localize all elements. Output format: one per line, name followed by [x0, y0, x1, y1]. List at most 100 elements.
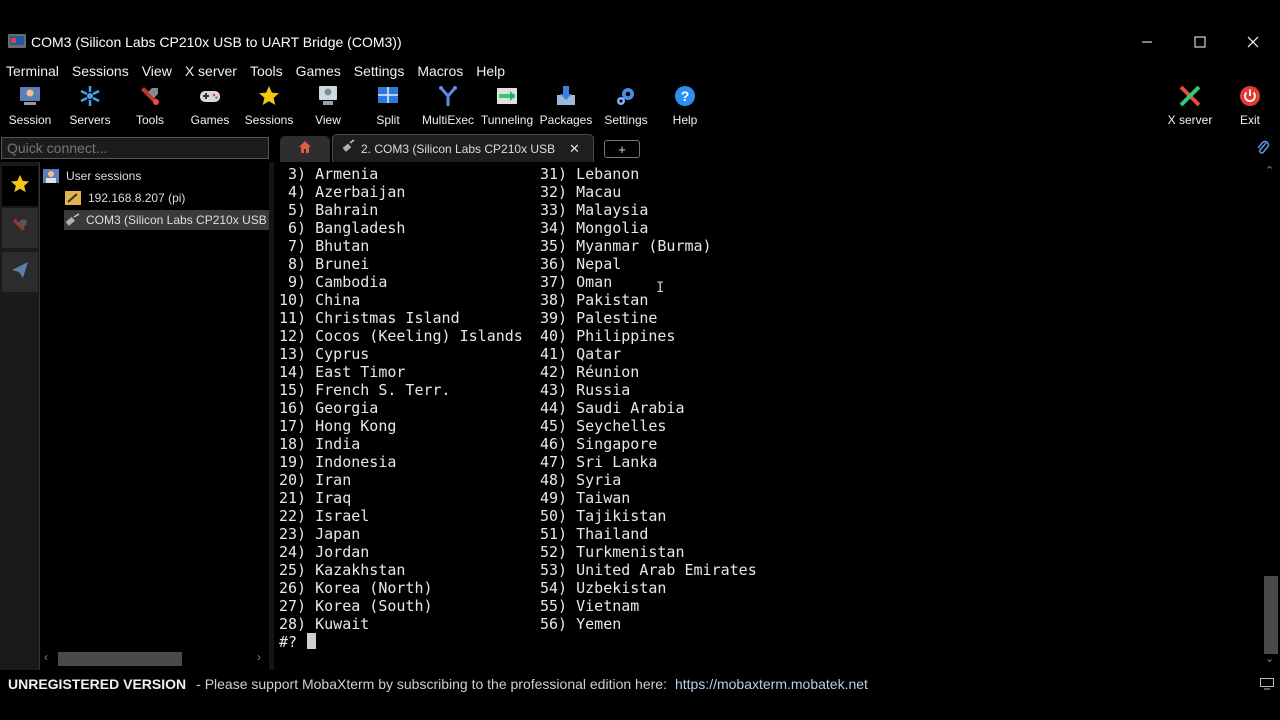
tunneling-button[interactable]: Tunneling	[477, 84, 537, 130]
terminal-line: 22) Israel	[279, 507, 370, 525]
terminal-line: 16) Georgia	[279, 399, 379, 417]
terminal-line: 43) Russia	[540, 381, 631, 399]
terminal-line: 48) Syria	[540, 471, 622, 489]
terminal-line: 45) Seychelles	[540, 417, 667, 435]
terminal-line: 24) Jordan	[279, 543, 370, 561]
terminal-line: 54) Uzbekistan	[540, 579, 667, 597]
terminal-vertical-scrollbar[interactable]: ⌃ ⌄	[1262, 162, 1280, 670]
close-window-button[interactable]	[1230, 26, 1276, 58]
terminal-line: 4) Azerbaijan	[279, 183, 406, 201]
view-icon	[316, 84, 340, 108]
tools-icon	[11, 217, 29, 240]
terminal-line: 38) Pakistan	[540, 291, 649, 309]
packages-button[interactable]: Packages	[536, 84, 596, 130]
toolbar: Session Servers Tools Games Sessions Vie…	[0, 82, 1280, 132]
terminal-line: 49) Taiwan	[540, 489, 631, 507]
terminal-line: 3) Armenia	[279, 165, 379, 183]
menu-macros[interactable]: Macros	[411, 60, 469, 82]
sidebar-sessions-button[interactable]	[2, 166, 38, 206]
menu-tools[interactable]: Tools	[244, 60, 289, 82]
ssh-key-icon	[64, 190, 82, 206]
view-button[interactable]: View	[298, 84, 358, 130]
tools-button[interactable]: Tools	[120, 84, 180, 130]
tools-icon	[138, 84, 162, 108]
paperclip-icon[interactable]	[1256, 139, 1270, 160]
tunneling-icon	[495, 84, 519, 108]
scrollbar-thumb[interactable]	[1264, 576, 1278, 654]
scroll-down-arrow-icon[interactable]: ⌄	[1265, 652, 1274, 665]
x-server-button[interactable]: X server	[1160, 84, 1220, 130]
terminal-line: 26) Korea (North)	[279, 579, 433, 597]
home-tab[interactable]	[280, 136, 330, 162]
terminal-line: 15) French S. Terr.	[279, 381, 451, 399]
scrollbar-thumb[interactable]	[58, 652, 182, 666]
terminal-line: 34) Mongolia	[540, 219, 649, 237]
terminal-prompt-line[interactable]: #?	[279, 633, 317, 651]
terminal-line: 41) Qatar	[540, 345, 622, 363]
terminal-line: 42) Réunion	[540, 363, 640, 381]
menu-view[interactable]: View	[136, 60, 178, 82]
session-button[interactable]: Session	[0, 84, 60, 130]
scroll-up-arrow-icon[interactable]: ⌃	[1265, 164, 1274, 177]
terminal-line: 23) Japan	[279, 525, 361, 543]
terminal-line: 6) Bangladesh	[279, 219, 406, 237]
help-button[interactable]: ? Help	[655, 84, 715, 130]
tab-bar: 2. COM3 (Silicon Labs CP210x USB ✕ +	[278, 134, 1280, 162]
terminal-line: 11) Christmas Island	[279, 309, 460, 327]
settings-button[interactable]: Settings	[596, 84, 656, 130]
sidebar-sftp-button[interactable]	[2, 252, 38, 292]
terminal-line: 20) Iran	[279, 471, 352, 489]
terminal-line: 35) Myanmar (Burma)	[540, 237, 712, 255]
scroll-left-arrow-icon[interactable]: ‹	[44, 650, 48, 664]
terminal-output[interactable]: 3) Armenia 4) Azerbaijan 5) Bahrain 6) B…	[274, 162, 1262, 670]
menu-games[interactable]: Games	[290, 60, 347, 82]
terminal-line: 55) Vietnam	[540, 597, 640, 615]
quick-connect-input[interactable]	[1, 137, 269, 159]
terminal-line: 14) East Timor	[279, 363, 406, 381]
terminal-line: 5) Bahrain	[279, 201, 379, 219]
user-sessions-icon	[42, 168, 60, 184]
tree-horizontal-scrollbar[interactable]: ‹ ›	[40, 648, 269, 668]
terminal-line: 31) Lebanon	[540, 165, 640, 183]
sidebar-tools-button[interactable]	[2, 208, 38, 248]
multiexec-button[interactable]: MultiExec	[418, 84, 478, 130]
new-tab-button[interactable]: +	[604, 140, 640, 158]
scroll-right-arrow-icon[interactable]: ›	[257, 650, 261, 664]
terminal-line: 37) Oman	[540, 273, 613, 291]
menu-x-server[interactable]: X server	[179, 60, 243, 82]
servers-button[interactable]: Servers	[60, 84, 120, 130]
tree-item-label: 192.168.8.207 (pi)	[88, 191, 186, 205]
menu-help[interactable]: Help	[470, 60, 511, 82]
text-cursor	[307, 633, 317, 649]
split-button[interactable]: Split	[358, 84, 418, 130]
menu-bar: Terminal Sessions View X server Tools Ga…	[0, 60, 1280, 82]
terminal-line: 8) Brunei	[279, 255, 370, 273]
session-icon	[18, 84, 42, 108]
tree-item-com3[interactable]: COM3 (Silicon Labs CP210x USB t	[64, 210, 269, 230]
menu-terminal[interactable]: Terminal	[0, 60, 65, 82]
monitor-icon[interactable]	[1260, 677, 1274, 693]
maximize-button[interactable]	[1177, 26, 1223, 58]
terminal-line: 53) United Arab Emirates	[540, 561, 757, 579]
tab-close-button[interactable]: ✕	[569, 141, 580, 157]
mobatek-link[interactable]: https://mobaxterm.mobatek.net	[675, 676, 868, 692]
sessions-button[interactable]: Sessions	[239, 84, 299, 130]
svg-text:?: ?	[681, 88, 690, 104]
split-icon	[376, 84, 400, 108]
star-icon	[257, 84, 281, 108]
menu-sessions[interactable]: Sessions	[66, 60, 135, 82]
menu-settings[interactable]: Settings	[348, 60, 411, 82]
minimize-button[interactable]	[1124, 26, 1170, 58]
terminal-line: 50) Tajikistan	[540, 507, 667, 525]
tree-root-user-sessions[interactable]: User sessions	[42, 166, 262, 186]
tree-item-ssh-pi[interactable]: 192.168.8.207 (pi)	[64, 188, 269, 208]
home-icon	[298, 140, 312, 159]
terminal-line: 9) Cambodia	[279, 273, 388, 291]
exit-button[interactable]: Exit	[1220, 84, 1280, 130]
tab-com3[interactable]: 2. COM3 (Silicon Labs CP210x USB ✕	[332, 134, 594, 162]
terminal-line: 13) Cyprus	[279, 345, 370, 363]
games-button[interactable]: Games	[180, 84, 240, 130]
servers-icon	[78, 84, 102, 108]
terminal-line: 39) Palestine	[540, 309, 658, 327]
terminal-line: 33) Malaysia	[540, 201, 649, 219]
